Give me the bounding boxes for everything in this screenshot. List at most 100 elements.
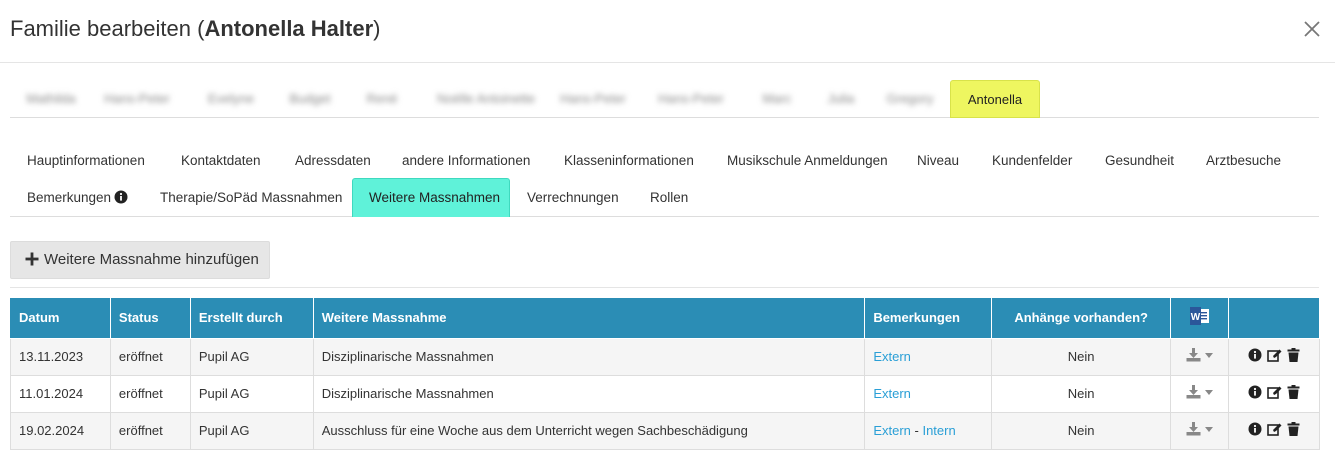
table-row: 11.01.2024 eröffnet Pupil AG Disziplinar… [10,374,1320,413]
member-tab[interactable]: Evelyne [200,80,262,118]
tab-kundenfelder[interactable]: Kundenfelder [975,142,1089,179]
trash-icon[interactable] [1287,422,1300,436]
caret-down-icon [1205,426,1214,432]
member-tab[interactable]: Hans-Peter [102,80,172,118]
col-header-erstellt[interactable]: Erstellt durch [189,298,314,339]
member-tab[interactable]: Marc [754,80,800,118]
add-massnahme-button[interactable]: Weitere Massnahme hinzufügen [10,241,270,279]
member-tab-active[interactable]: Antonella [950,80,1040,118]
edit-icon[interactable] [1267,422,1282,436]
cell-download [1170,411,1230,450]
close-icon[interactable] [1301,18,1323,40]
table-row: 19.02.2024 eröffnet Pupil AG Ausschluss … [10,411,1320,450]
member-tab[interactable]: Gregory [880,80,940,118]
member-tab[interactable]: Budget [280,80,340,118]
col-header-actions [1228,298,1320,339]
download-dropdown[interactable] [1186,348,1214,362]
tab-arztbesuche[interactable]: Arztbesuche [1189,142,1298,179]
cell-datum: 11.01.2024 [10,374,111,413]
col-header-massnahme[interactable]: Weitere Massnahme [312,298,866,339]
tab-verrechnungen[interactable]: Verrechnungen [510,179,636,216]
add-button-label: Weitere Massnahme hinzufügen [44,251,259,268]
cell-massnahme: Disziplinarische Massnahmen [312,374,866,413]
tab-musikschule-anmeldungen[interactable]: Musikschule Anmeldungen [710,142,905,179]
modal-title: Familie bearbeiten (Antonella Halter) [10,16,380,42]
tab-weitere-massnahmen[interactable]: Weitere Massnahmen [352,178,510,217]
info-icon [114,181,128,218]
download-icon [1186,348,1201,362]
cell-massnahme: Ausschluss für eine Woche aus dem Unterr… [312,411,866,450]
member-tabs: Mathilda Hans-Peter Evelyne Budget René … [10,80,1319,118]
member-tab[interactable]: Hans-Peter [656,80,726,118]
cell-anhaenge: Nein [991,411,1172,450]
cell-status: eröffnet [109,411,191,450]
svg-text:W: W [1190,312,1200,323]
tab-andere-informationen[interactable]: andere Informationen [385,142,547,179]
member-tab[interactable]: Julia [818,80,864,118]
tab-bemerkungen[interactable]: Bemerkungen [10,179,145,216]
download-dropdown[interactable] [1186,422,1214,436]
cell-datum: 19.02.2024 [10,411,111,450]
cell-actions [1228,374,1320,413]
cell-actions [1228,411,1320,450]
cell-datum: 13.11.2023 [10,337,111,376]
download-dropdown[interactable] [1186,385,1214,399]
member-tab[interactable]: Mathilda [16,80,86,118]
cell-download [1170,374,1230,413]
col-header-status[interactable]: Status [109,298,191,339]
title-prefix: Familie bearbeiten ( [10,16,205,41]
cell-bemerkungen: Extern - Intern [864,411,993,450]
cell-status: eröffnet [109,374,191,413]
tab-hauptinformationen[interactable]: Hauptinformationen [10,142,162,179]
word-export-icon[interactable]: W [1189,307,1210,328]
table-row: 13.11.2023 eröffnet Pupil AG Disziplinar… [10,337,1320,376]
download-icon [1186,385,1201,399]
info-icon[interactable] [1248,422,1262,436]
section-tabs: Hauptinformationen Kontaktdaten Adressda… [10,142,1319,217]
link-extern[interactable]: Extern [873,423,911,438]
col-header-bemerkungen[interactable]: Bemerkungen [864,298,993,339]
title-name: Antonella Halter [204,16,374,41]
title-suffix: ) [373,16,381,41]
link-separator: - [910,423,923,438]
member-tab[interactable]: Hans-Peter [558,80,628,118]
link-intern[interactable]: Intern [922,423,955,438]
caret-down-icon [1205,389,1214,395]
trash-icon[interactable] [1287,385,1300,399]
cell-anhaenge: Nein [991,374,1172,413]
cell-massnahme: Disziplinarische Massnahmen [312,337,866,376]
info-icon[interactable] [1248,385,1262,399]
tab-gesundheit[interactable]: Gesundheit [1088,142,1191,179]
cell-erstellt: Pupil AG [189,337,314,376]
cell-bemerkungen: Extern [864,337,993,376]
info-icon[interactable] [1248,348,1262,362]
trash-icon[interactable] [1287,348,1300,362]
cell-erstellt: Pupil AG [189,411,314,450]
cell-actions [1228,337,1320,376]
tab-klasseninformationen[interactable]: Klasseninformationen [547,142,711,179]
tab-kontaktdaten[interactable]: Kontaktdaten [164,142,278,179]
member-tab[interactable]: René [358,80,406,118]
table-header-row: Datum Status Erstellt durch Weitere Mass… [10,298,1320,339]
tab-bemerkungen-label: Bemerkungen [27,190,112,205]
col-header-word-export[interactable]: W [1170,298,1230,339]
close-button[interactable] [1301,18,1323,40]
cell-download [1170,337,1230,376]
cell-status: eröffnet [109,337,191,376]
divider [10,287,1319,288]
tab-adressdaten[interactable]: Adressdaten [278,142,388,179]
cell-bemerkungen: Extern [864,374,993,413]
link-extern[interactable]: Extern [873,349,911,364]
col-header-datum[interactable]: Datum [10,298,111,339]
plus-icon [25,244,39,280]
tab-niveau[interactable]: Niveau [900,142,976,179]
edit-icon[interactable] [1267,385,1282,399]
member-tab[interactable]: Noëlle Antoinette [426,80,546,118]
tab-therapie-sopaed-massnahmen[interactable]: Therapie/SoPäd Massnahmen [143,179,359,216]
tab-rollen[interactable]: Rollen [633,179,705,216]
massnahmen-table: Datum Status Erstellt durch Weitere Mass… [10,298,1320,450]
edit-icon[interactable] [1267,348,1282,362]
link-extern[interactable]: Extern [873,386,911,401]
col-header-anhaenge[interactable]: Anhänge vorhanden? [991,298,1172,339]
download-icon [1186,422,1201,436]
